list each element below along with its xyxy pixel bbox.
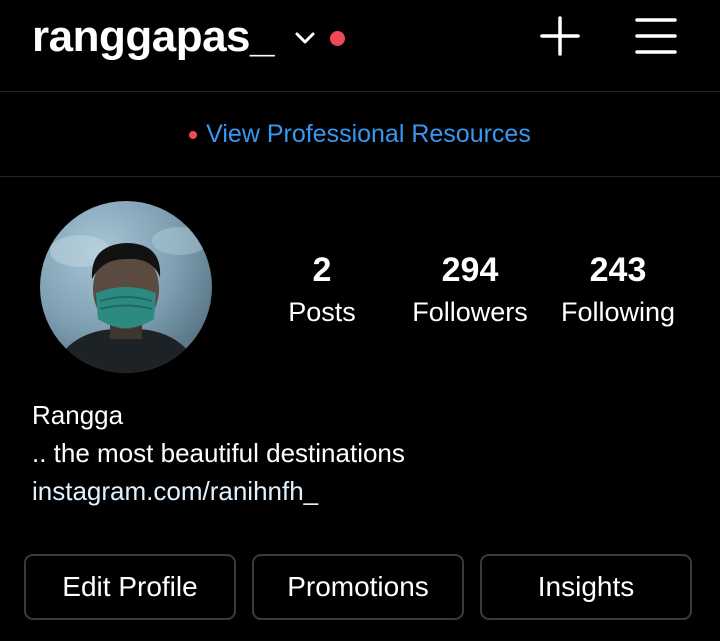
view-professional-resources-link[interactable]: View Professional Resources	[206, 120, 531, 149]
notification-dot	[189, 131, 198, 139]
bio-text: .. the most beautiful destinations	[32, 438, 405, 468]
stat-following[interactable]: 243 Following	[543, 250, 693, 332]
notification-dot	[330, 31, 345, 46]
stat-followers[interactable]: 294 Followers	[395, 250, 545, 332]
plus-icon[interactable]	[538, 14, 582, 58]
posts-label: Posts	[288, 297, 356, 327]
insights-button[interactable]: Insights	[480, 554, 692, 620]
following-count: 243	[589, 251, 647, 289]
profile-website-link[interactable]: instagram.com/ranihnfh_	[32, 472, 405, 510]
menu-icon[interactable]	[634, 14, 678, 58]
promotions-button[interactable]: Promotions	[252, 554, 464, 620]
followers-count: 294	[441, 251, 499, 289]
posts-count: 2	[312, 251, 332, 289]
username-title[interactable]: ranggapas_	[32, 10, 274, 64]
top-bar: ranggapas_	[0, 0, 720, 92]
display-name: Rangga	[32, 400, 124, 430]
followers-label: Followers	[412, 297, 528, 327]
stat-posts[interactable]: 2 Posts	[247, 250, 397, 332]
avatar[interactable]	[40, 201, 212, 373]
profile-bio: Rangga .. the most beautiful destination…	[32, 396, 405, 510]
chevron-down-icon[interactable]	[293, 28, 317, 48]
edit-profile-button[interactable]: Edit Profile	[24, 554, 236, 620]
professional-resources-bar: View Professional Resources	[0, 92, 720, 177]
following-label: Following	[560, 297, 676, 327]
profile-photo	[40, 201, 212, 373]
